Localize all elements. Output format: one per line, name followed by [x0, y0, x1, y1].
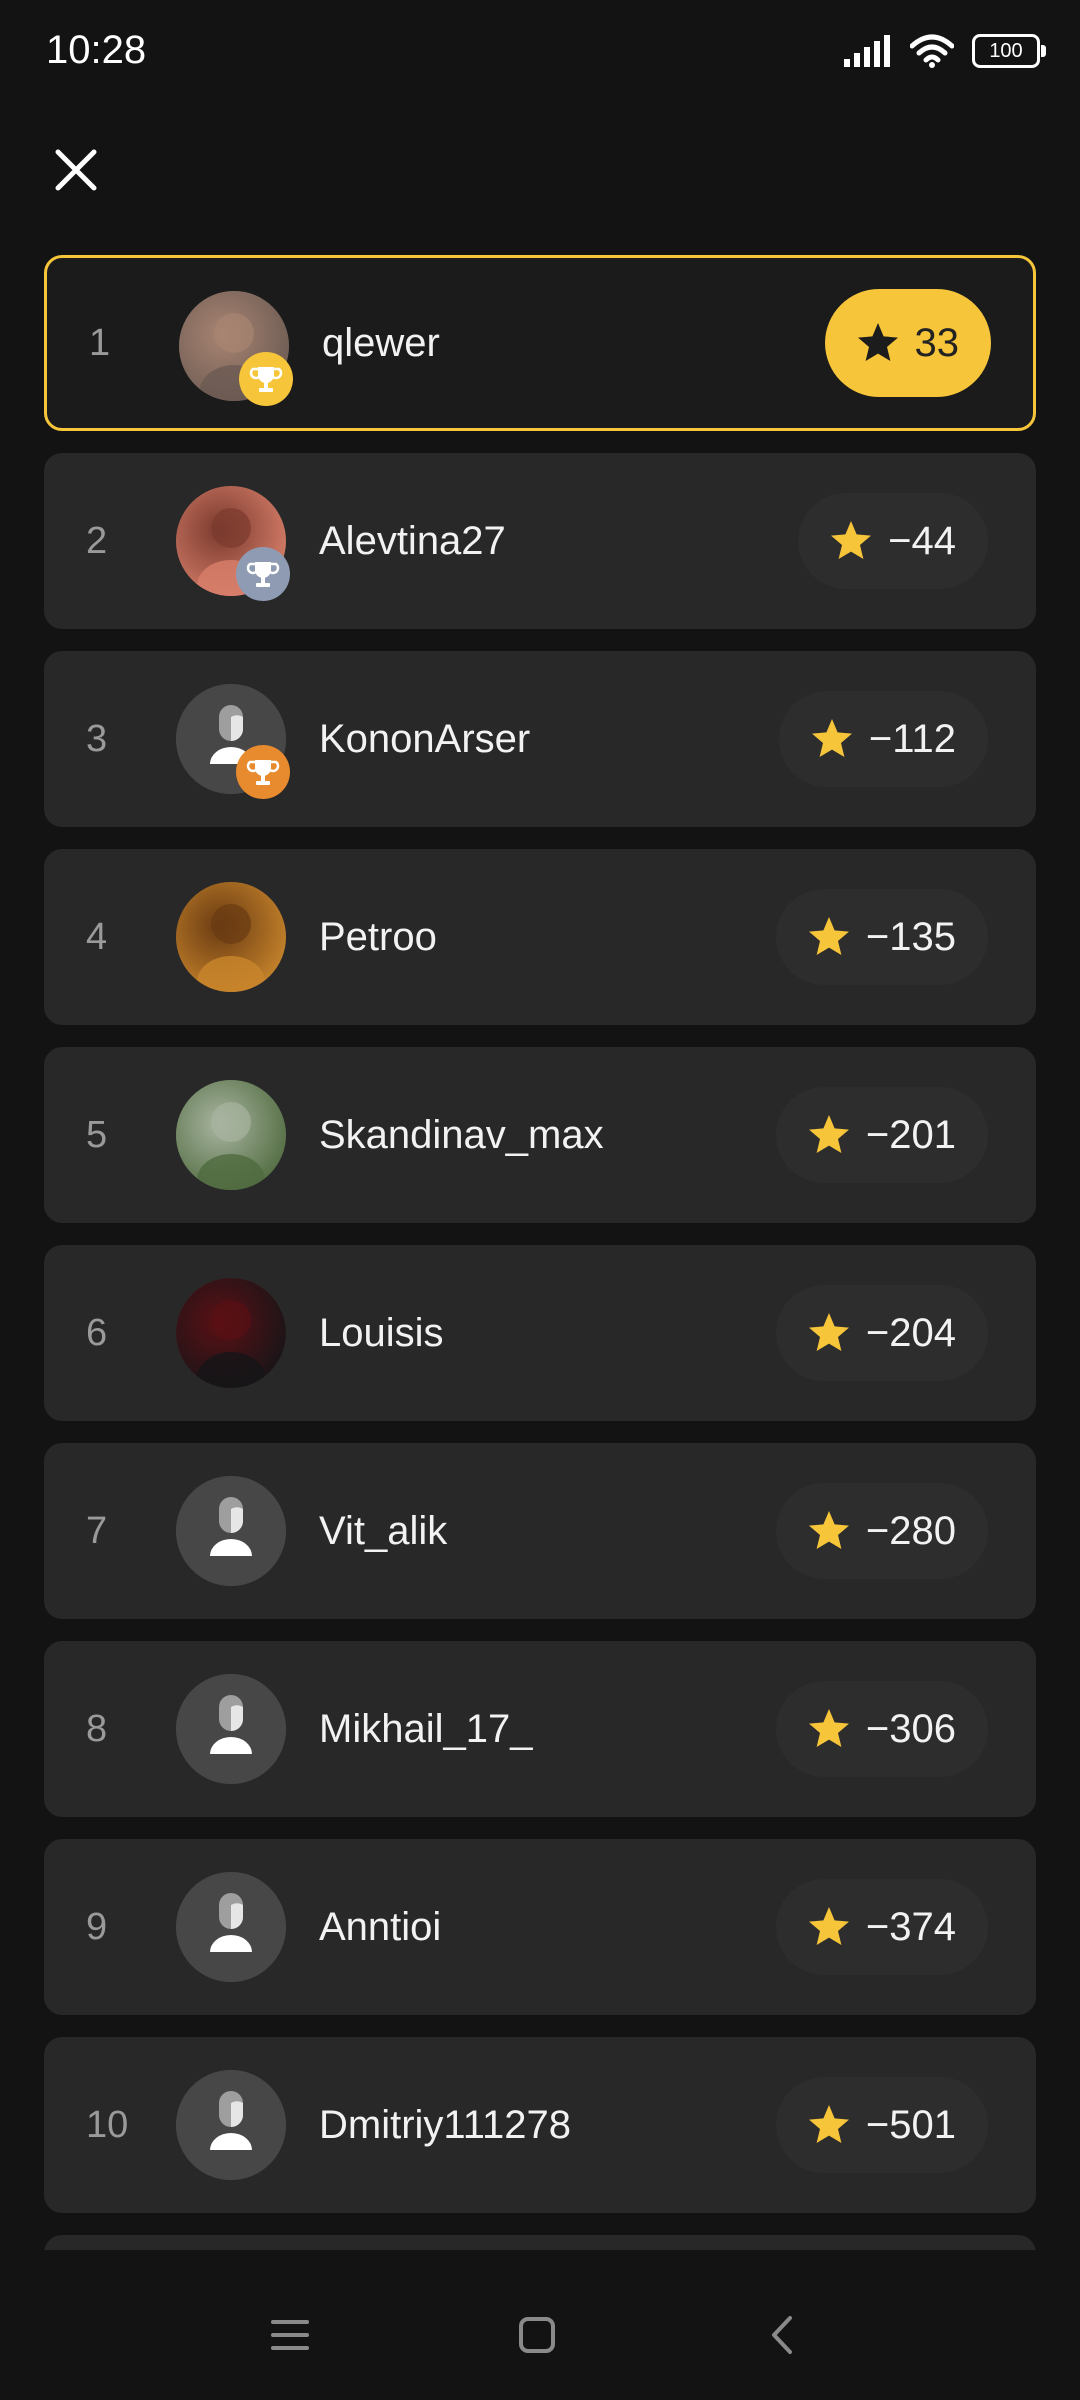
leaderboard-row[interactable]: 5 Skandinav_max −201	[44, 1047, 1036, 1223]
score-badge: −306	[775, 1681, 988, 1777]
score-value: −112	[868, 716, 956, 761]
star-icon	[808, 917, 849, 955]
star-icon	[808, 1709, 849, 1747]
username: KononArser	[319, 716, 531, 761]
leaderboard-row[interactable]: 7 Vit_alik −280	[44, 1443, 1036, 1619]
rank-number: 2	[86, 519, 108, 562]
avatar	[176, 1674, 286, 1784]
trophy-icon	[236, 745, 290, 799]
trophy-icon	[239, 352, 293, 406]
rank-number: 10	[86, 2103, 129, 2146]
close-icon[interactable]	[52, 146, 100, 194]
star-icon	[808, 1907, 849, 1945]
back-icon[interactable]	[758, 2310, 808, 2360]
score-badge: −204	[775, 1285, 988, 1381]
battery-indicator: 100	[972, 34, 1046, 68]
star-icon	[808, 2105, 849, 2143]
score-value: −501	[865, 2102, 956, 2147]
score-badge: −280	[775, 1483, 988, 1579]
score-value: −204	[865, 1310, 956, 1355]
rank-number: 9	[86, 1905, 108, 1948]
score-badge: −374	[775, 1879, 988, 1975]
rank-number: 3	[86, 717, 108, 760]
star-icon	[808, 1115, 849, 1153]
avatar	[176, 882, 286, 992]
star-icon	[811, 719, 852, 757]
username: qlewer	[322, 320, 440, 365]
avatar-photo	[176, 1278, 286, 1388]
trophy-icon	[236, 547, 290, 601]
username: Dmitriy111278	[319, 2102, 571, 2147]
status-bar: 10:28 100	[0, 0, 1080, 100]
rank-number: 5	[86, 1113, 108, 1156]
leaderboard-row[interactable]: 1 qlewer 33	[44, 255, 1036, 431]
score-value: −44	[888, 518, 956, 563]
leaderboard-row[interactable]: 2 Alevtina27 −44	[44, 453, 1036, 629]
rank-number: 4	[86, 915, 108, 958]
leaderboard-row[interactable]: 8 Mikhail_17_ −306	[44, 1641, 1036, 1817]
username: Vit_alik	[319, 1508, 448, 1553]
leaderboard-row[interactable]: 6 Louisis −204	[44, 1245, 1036, 1421]
leaderboard-row[interactable]: 10 Dmitriy111278 −501	[44, 2037, 1036, 2213]
leaderboard-row-partial[interactable]	[44, 2235, 1036, 2250]
rank-number: 8	[86, 1707, 108, 1750]
score-badge: −501	[775, 2077, 988, 2173]
rank-number: 7	[86, 1509, 108, 1552]
username: Skandinav_max	[319, 1112, 604, 1157]
username: Petroo	[319, 914, 437, 959]
menu-icon[interactable]	[265, 2310, 315, 2360]
user-icon	[176, 1674, 286, 1784]
score-badge: 33	[824, 289, 991, 397]
status-icons: 100	[844, 34, 1046, 68]
leaderboard-row[interactable]: 9 Anntioi −374	[44, 1839, 1036, 2015]
username: Anntioi	[319, 1904, 442, 1949]
rank-number: 6	[86, 1311, 108, 1354]
username: Alevtina27	[319, 518, 506, 563]
home-icon[interactable]	[512, 2310, 562, 2360]
avatar	[176, 2070, 286, 2180]
score-badge: −44	[798, 493, 988, 589]
score-value: 33	[914, 320, 960, 365]
avatar	[176, 1872, 286, 1982]
score-badge: −135	[775, 889, 988, 985]
avatar	[176, 1476, 286, 1586]
username: Louisis	[319, 1310, 444, 1355]
wifi-icon	[910, 34, 954, 68]
score-value: −135	[865, 914, 956, 959]
rank-number: 1	[89, 321, 111, 364]
score-value: −374	[865, 1904, 956, 1949]
user-icon	[176, 1476, 286, 1586]
score-value: −306	[865, 1706, 956, 1751]
star-icon	[831, 521, 872, 559]
user-icon	[176, 1872, 286, 1982]
battery-level: 100	[989, 39, 1023, 62]
leaderboard-row[interactable]: 4 Petroo −135	[44, 849, 1036, 1025]
system-nav-bar	[0, 2270, 1080, 2400]
avatar-photo	[176, 882, 286, 992]
star-icon	[857, 323, 898, 361]
score-badge: −201	[775, 1087, 988, 1183]
status-time: 10:28	[46, 28, 147, 72]
username: Mikhail_17_	[319, 1706, 533, 1751]
signal-icon	[844, 35, 890, 67]
leaderboard-list[interactable]: 1 qlewer 33 2 Alevtina27 −44 3 KononArse…	[44, 255, 1036, 2250]
user-icon	[176, 2070, 286, 2180]
avatar-photo	[176, 1080, 286, 1190]
star-icon	[808, 1313, 849, 1351]
score-value: −201	[865, 1112, 956, 1157]
avatar	[176, 1278, 286, 1388]
leaderboard-row[interactable]: 3 KononArser −112	[44, 651, 1036, 827]
score-badge: −112	[778, 691, 988, 787]
star-icon	[808, 1511, 849, 1549]
score-value: −280	[865, 1508, 956, 1553]
avatar	[176, 1080, 286, 1190]
